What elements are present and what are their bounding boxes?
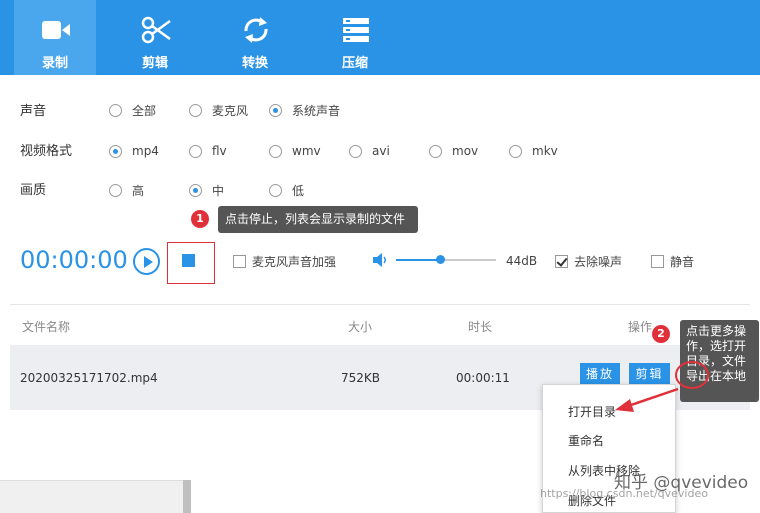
radio-button[interactable] [509,144,522,158]
menu-item-rename[interactable]: 重命名 [568,432,604,449]
top-tab-bar: 录制 剪辑 转换 压缩 [0,0,760,75]
audio-option-label: 麦克风 [212,103,249,118]
menu-item-open-folder[interactable]: 打开目录 [568,403,616,420]
column-header-action: 操作 [628,320,653,334]
tab-record-label: 录制 [41,56,68,71]
audio-option-system[interactable]: 系统声音 [269,102,340,118]
column-header-size: 大小 [348,320,373,334]
edit-file-button[interactable]: 剪辑 [629,363,670,385]
mic-boost-label: 麦克风声音加强 [252,254,337,269]
format-option-flv[interactable]: flv [189,143,227,159]
speaker-icon[interactable] [372,252,388,268]
checkbox-checked[interactable] [555,254,568,268]
quality-option-label: 中 [212,183,225,198]
volume-slider[interactable] [396,255,496,264]
tab-edit-label: 剪辑 [141,56,168,71]
quality-option-label: 低 [292,183,305,198]
denoise-label: 去除噪声 [574,254,623,269]
mute-label: 静音 [670,254,695,269]
denoise-checkbox[interactable]: 去除噪声 [555,253,622,269]
format-option-label: flv [212,144,227,158]
quality-option-low[interactable]: 低 [269,182,304,198]
radio-button[interactable] [429,144,442,158]
format-option-mp4[interactable]: mp4 [109,143,159,159]
format-option-label: mp4 [132,144,159,158]
volume-slider-handle[interactable] [436,255,445,264]
radio-button[interactable] [269,144,282,158]
bottom-panel [0,480,185,513]
panel-splitter[interactable] [183,480,191,513]
audio-option-mic[interactable]: 麦克风 [189,102,248,118]
format-option-label: mkv [532,144,558,158]
tab-record[interactable]: 录制 [14,0,96,75]
scissors-icon [141,16,171,44]
column-header-name: 文件名称 [22,320,71,334]
format-option-avi[interactable]: avi [349,143,390,159]
radio-button[interactable] [109,103,122,117]
callout-2-badge: 2 [652,325,670,343]
column-header-duration: 时长 [468,320,493,334]
radio-button[interactable] [269,183,282,197]
format-label: 视频格式 [20,144,73,159]
quality-option-medium[interactable]: 中 [189,182,224,198]
stop-button[interactable] [182,254,195,267]
quality-option-high[interactable]: 高 [109,182,144,198]
quality-label: 画质 [20,183,47,198]
file-name: 20200325171702.mp4 [20,371,158,385]
file-size: 752KB [341,371,381,385]
record-timer: 00:00:00 [20,246,128,274]
radio-button[interactable] [109,183,122,197]
tab-convert-label: 转换 [241,56,268,71]
compress-icon [343,18,369,42]
radio-button[interactable] [349,144,362,158]
format-option-label: mov [452,144,479,158]
file-duration: 00:00:11 [456,371,510,385]
tab-compress-label: 压缩 [341,56,368,71]
stop-highlight [167,242,215,284]
format-option-wmv[interactable]: wmv [269,143,321,159]
radio-button[interactable] [189,144,202,158]
tab-edit[interactable]: 剪辑 [114,0,196,75]
format-option-mkv[interactable]: mkv [509,143,558,159]
audio-option-label: 全部 [132,103,157,118]
tab-convert[interactable]: 转换 [214,0,296,75]
format-option-label: wmv [292,144,321,158]
refresh-icon [244,17,268,43]
section-divider [10,304,750,305]
checkbox[interactable] [651,254,664,268]
audio-option-all[interactable]: 全部 [109,102,156,118]
tab-compress[interactable]: 压缩 [314,0,396,75]
video-camera-icon [42,21,70,39]
audio-option-label: 系统声音 [292,103,341,118]
format-option-mov[interactable]: mov [429,143,478,159]
checkbox[interactable] [233,254,246,268]
format-option-label: avi [372,144,390,158]
volume-slider-fill [396,259,440,261]
radio-button-selected[interactable] [269,103,282,117]
play-file-button[interactable]: 播放 [580,363,620,385]
quality-option-label: 高 [132,183,145,198]
callout-2-tooltip: 点击更多操作，选打开目录，文件导出在本地 [680,320,759,402]
callout-1-tooltip: 点击停止，列表会显示录制的文件 [218,206,418,233]
radio-button-selected[interactable] [189,183,202,197]
radio-button[interactable] [189,103,202,117]
mute-checkbox[interactable]: 静音 [651,253,694,269]
audio-label: 声音 [20,104,47,119]
callout-1-badge: 1 [191,210,209,228]
mic-boost-checkbox[interactable]: 麦克风声音加强 [233,253,336,269]
play-button[interactable] [133,248,160,275]
volume-value: 44dB [506,254,538,268]
watermark-url: https://blog.csdn.net/qvevideo [540,487,708,500]
radio-button-selected[interactable] [109,144,122,158]
